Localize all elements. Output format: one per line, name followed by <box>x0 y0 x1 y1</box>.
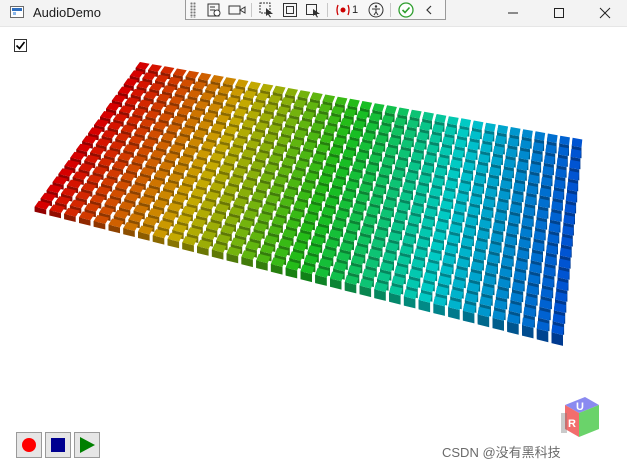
grid-bar <box>211 243 227 260</box>
window-title: AudioDemo <box>33 5 101 20</box>
grid-bar <box>433 296 447 316</box>
binding-failures-count: 1 <box>352 3 359 16</box>
grid-bar <box>389 285 403 305</box>
play-button[interactable] <box>74 432 100 458</box>
view-cube-icon[interactable]: U R <box>553 393 613 449</box>
collapse-toolbar-button[interactable] <box>418 1 439 19</box>
stop-icon <box>51 438 65 452</box>
grid-bar <box>93 215 110 230</box>
grid-bar <box>108 218 124 234</box>
display-layout-adorners-icon <box>282 2 297 17</box>
live-visual-tree-icon <box>207 3 220 16</box>
grid-bar <box>270 257 286 275</box>
grid-bar <box>152 229 168 245</box>
live-visual-tree-button[interactable] <box>203 1 224 19</box>
collapse-toolbar-icon <box>425 5 432 14</box>
grid-bar <box>138 225 154 241</box>
grid-bar <box>241 250 256 268</box>
debug-toolbar: 1 <box>185 0 446 20</box>
record-icon <box>22 438 36 452</box>
display-layout-adorners-button[interactable] <box>279 1 300 19</box>
record-button[interactable] <box>226 1 247 19</box>
bar-grid <box>34 62 583 346</box>
grid-bar <box>315 267 330 286</box>
grid-bar <box>182 236 198 253</box>
grid-bar <box>462 303 476 324</box>
binding-failures-icon <box>335 4 350 15</box>
close-button[interactable] <box>582 0 627 26</box>
close-icon <box>599 7 611 19</box>
select-element-icon <box>259 2 273 17</box>
stop-button[interactable] <box>45 432 71 458</box>
grid-bar <box>492 310 506 331</box>
hot-reload-status-button[interactable] <box>395 1 416 19</box>
binding-failures-button[interactable] <box>332 1 353 19</box>
3d-viewport[interactable] <box>0 27 627 422</box>
grid-bar <box>551 324 564 346</box>
grid-bar <box>448 299 462 320</box>
grid-bar <box>285 260 300 279</box>
watermark: CSDN @没有黑科技 <box>442 445 561 460</box>
grid-bar <box>522 317 535 339</box>
select-element-button[interactable] <box>256 1 277 19</box>
grid-bar <box>197 239 212 256</box>
enable-checkbox[interactable] <box>14 39 27 52</box>
grid-bar <box>256 253 271 271</box>
grid-bar <box>536 320 550 343</box>
grid-bar <box>123 222 139 237</box>
maximize-icon <box>554 8 564 18</box>
grid-bar <box>359 278 374 298</box>
maximize-button[interactable] <box>536 0 582 26</box>
grid-bar <box>418 292 432 313</box>
play-icon <box>80 437 95 453</box>
grid-bar <box>167 232 183 249</box>
accessibility-icon <box>368 2 384 17</box>
viewcube-label-r: R <box>568 418 576 430</box>
checkmark-icon <box>15 41 26 50</box>
toolbar-grip[interactable] <box>190 1 196 18</box>
minimize-button[interactable] <box>490 0 536 26</box>
minimize-icon <box>508 12 518 14</box>
checkmark-icon <box>397 1 414 18</box>
grid-bar <box>477 306 491 328</box>
track-focused-element-button[interactable] <box>302 1 323 19</box>
viewcube-label-u: U <box>576 401 584 413</box>
track-focused-element-icon <box>305 3 320 17</box>
app-icon <box>10 6 24 18</box>
grid-bar <box>344 275 359 294</box>
grid-bar <box>507 313 520 335</box>
accessibility-button[interactable] <box>365 1 386 19</box>
grid-bar <box>226 246 242 264</box>
grid-bar <box>374 282 388 301</box>
record-icon <box>228 5 245 14</box>
record-button[interactable] <box>16 432 42 458</box>
grid-bar <box>330 271 344 290</box>
grid-bar <box>403 289 418 309</box>
grid-bar <box>300 264 315 283</box>
